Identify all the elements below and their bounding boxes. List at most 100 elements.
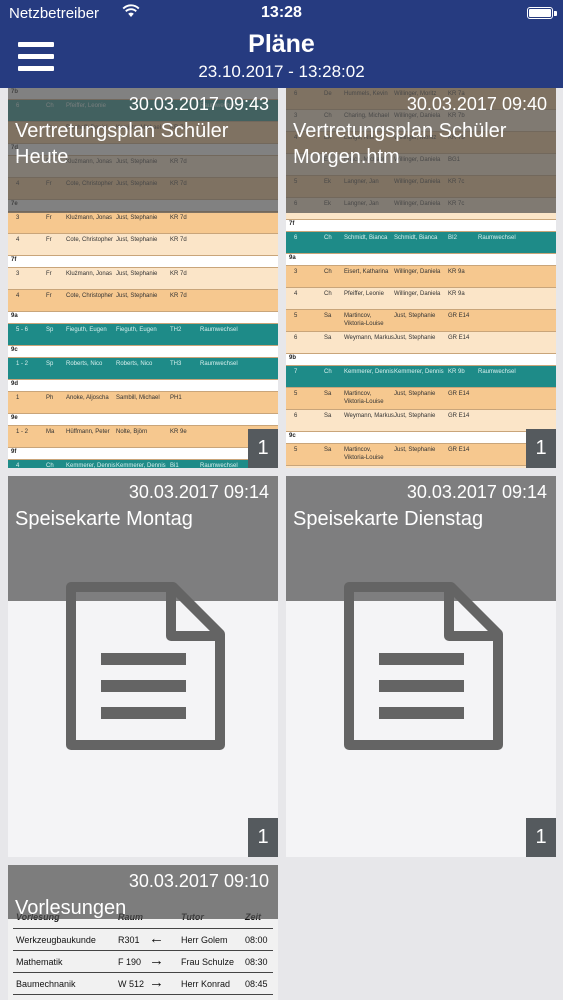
schedule-cell: Schmidt, Bianca: [394, 235, 438, 241]
page-count-badge: 1: [248, 429, 278, 468]
lecture-name: Baumechnanik: [16, 979, 76, 989]
schedule-cell: Sa: [324, 447, 332, 453]
arrow-right-icon: →: [149, 952, 164, 969]
lecture-row: DarstellungslehreN 307→Herr Wolf09:00: [13, 994, 273, 1000]
tile-date: 30.03.2017 09:14: [128, 482, 269, 502]
schedule-cell: BI2: [448, 235, 458, 241]
tile-date: 30.03.2017 09:14: [406, 482, 547, 502]
plan-tile-vertretungsplan-heute[interactable]: 7b6ChPfeiffer, LeonieRaumwechsel3FrBisch…: [8, 88, 278, 468]
schedule-cell: Just, Stephanie: [116, 237, 158, 243]
schedule-cell: KR 9a: [448, 269, 465, 275]
schedule-section-header: 9c: [286, 432, 556, 444]
schedule-cell: Klużmann, Jonas: [66, 271, 113, 277]
schedule-class-label: 9f: [11, 449, 17, 455]
schedule-cell: Bi1: [170, 463, 179, 468]
plan-tile-speisekarte-dienstag[interactable]: 30.03.2017 09:14 Speisekarte Dienstag 1: [286, 476, 556, 857]
schedule-cell: PH1: [170, 395, 182, 401]
schedule-row: 3 Fr Klużmann, JonasJust, Stephanie KR 7d: [8, 268, 278, 290]
schedule-section-header: 9c: [8, 346, 278, 358]
schedule-row: 6SaWeymann, MarkusJust, StephanieGR E14: [286, 332, 556, 354]
lecture-room: R301: [118, 935, 140, 945]
arrow-left-icon: ←: [149, 930, 164, 947]
schedule-cell: 7: [294, 369, 298, 375]
schedule-cell: Weymann, Markus: [344, 335, 394, 341]
document-icon: [344, 582, 503, 750]
lecture-row: Mathematik F 190 → Frau Schulze 08:30: [13, 950, 273, 972]
lecture-name: Werkzeugbaukunde: [16, 935, 96, 945]
tile-title: Speisekarte Montag: [15, 508, 193, 530]
tile-title: Vertretungsplan Schüler Morgen.htm: [293, 120, 507, 168]
schedule-cell: KR 9b: [448, 369, 465, 375]
schedule-row: 3 Ch Eisert, Katharina Willinger, Daniela KR…: [286, 266, 556, 288]
lecture-room: F 190: [118, 957, 142, 967]
schedule-row: 5 Sa Martincov, Viktoria-Louise Just, Steph…: [286, 388, 556, 410]
schedule-cell: Anoke, Aljoscha: [66, 395, 109, 401]
schedule-cell: Roberts, Nico: [116, 361, 153, 367]
tile-date: 30.03.2017 09:43: [128, 94, 269, 114]
lecture-time: 08:45: [245, 979, 268, 989]
schedule-row: 5 - 6 Sp Fieguth, Eugen Fieguth, Eugen TH2 Ra…: [8, 324, 278, 346]
schedule-cell: Roberts, Nico: [66, 361, 103, 367]
schedule-row: 4 Ch Kemmerer, Dennis Kemmerer, Dennis Bi1 Ra…: [8, 460, 278, 468]
schedule-cell: 5: [294, 391, 298, 397]
plan-tile-vorlesungen[interactable]: Vorlesung Raum Tutor Zeit Werkzeugbaukun…: [8, 865, 278, 1000]
schedule-cell: Raumwechsel: [200, 361, 238, 367]
schedule-cell: Fieguth, Eugen: [66, 327, 107, 333]
last-updated: 23.10.2017 - 13:28:02: [198, 62, 365, 81]
schedule-row: 1 - 2 Sp Roberts, Nico Roberts, Nico TH3 Raum…: [8, 358, 278, 380]
schedule-cell: Fr: [46, 237, 52, 243]
lecture-row: Baumechnanik W 512 → Herr Konrad 08:45: [13, 972, 273, 994]
schedule-row: 1 Ph Anoke, Aljoscha Sambill, Michael PH1: [8, 392, 278, 414]
schedule-cell: Ch: [324, 235, 332, 241]
schedule-cell: Martincov, Viktoria-Louise: [344, 447, 384, 461]
tile-title: Speisekarte Dienstag: [293, 508, 484, 530]
schedule-cell: 1: [16, 395, 20, 401]
schedule-cell: Fr: [46, 293, 52, 299]
schedule-class-label: 9d: [11, 381, 19, 387]
schedule-row: 6SaWeymann, MarkusJust, StephanieGR E14: [286, 466, 556, 468]
schedule-cell: Just, Stephanie: [116, 215, 158, 221]
schedule-section-header: 9d: [8, 380, 278, 392]
schedule-cell: 3: [294, 269, 298, 275]
lecture-tutor: Frau Schulze: [181, 957, 235, 967]
schedule-cell: Willinger, Daniela: [394, 291, 441, 297]
schedule-cell: GR E14: [448, 335, 470, 341]
schedule-cell: Sp: [46, 327, 54, 333]
schedule-cell: 1 - 2: [16, 429, 29, 435]
schedule-cell: Sa: [324, 313, 332, 319]
schedule-cell: 6: [294, 335, 298, 341]
tile-title: Vertretungsplan Schüler Heute: [15, 120, 229, 168]
plan-tile-vertretungsplan-morgen[interactable]: 6DeHummels, KevinWillinger, MoritzKR 7a3…: [286, 88, 556, 468]
schedule-cell: Ma: [46, 429, 55, 435]
page-count-badge: 1: [526, 818, 556, 857]
schedule-cell: Ch: [46, 463, 54, 468]
tile-date: 30.03.2017 09:40: [406, 94, 547, 114]
lecture-time: 08:00: [245, 935, 268, 945]
schedule-cell: Kemmerer, Dennis: [394, 369, 444, 375]
schedule-cell: KR 9a: [448, 291, 465, 297]
schedule-cell: Ch: [324, 369, 332, 375]
page-count-badge: 1: [248, 818, 278, 857]
schedule-cell: 3: [16, 215, 20, 221]
schedule-class-label: 7f: [11, 257, 17, 263]
arrow-right-icon: →: [149, 974, 164, 991]
schedule-section-header: 9a: [8, 312, 278, 324]
schedule-cell: 4: [16, 293, 20, 299]
schedule-cell: Sambill, Michael: [116, 395, 160, 401]
lecture-tutor: Herr Konrad: [181, 979, 231, 989]
schedule-cell: Just, Stephanie: [394, 391, 436, 397]
lecture-room: W 512: [118, 979, 145, 989]
schedule-cell: Nolte, Björn: [116, 429, 148, 435]
schedule-cell: Kemmerer, Dennis: [66, 463, 116, 468]
schedule-cell: 6: [294, 235, 298, 241]
schedule-row: 1 - 2 Ma Hüffmann, Peter Nolte, Björn KR 9e: [8, 426, 278, 448]
plan-tile-speisekarte-montag[interactable]: 30.03.2017 09:14 Speisekarte Montag 1: [8, 476, 278, 857]
tile-title: Vorlesungen: [15, 897, 127, 919]
schedule-cell: Eisert, Katharina: [344, 269, 389, 275]
schedule-class-label: 9a: [11, 313, 18, 319]
schedule-cell: Sa: [324, 391, 332, 397]
schedule-cell: Cote, Christopher: [66, 237, 114, 243]
lecture-row: Werkzeugbaukunde R301 ← Herr Golem 08:00: [13, 928, 273, 950]
lecture-tutor: Herr Golem: [181, 935, 228, 945]
schedule-row: 5 Sa Martincov, Viktoria-Louise Just, Steph…: [286, 310, 556, 332]
